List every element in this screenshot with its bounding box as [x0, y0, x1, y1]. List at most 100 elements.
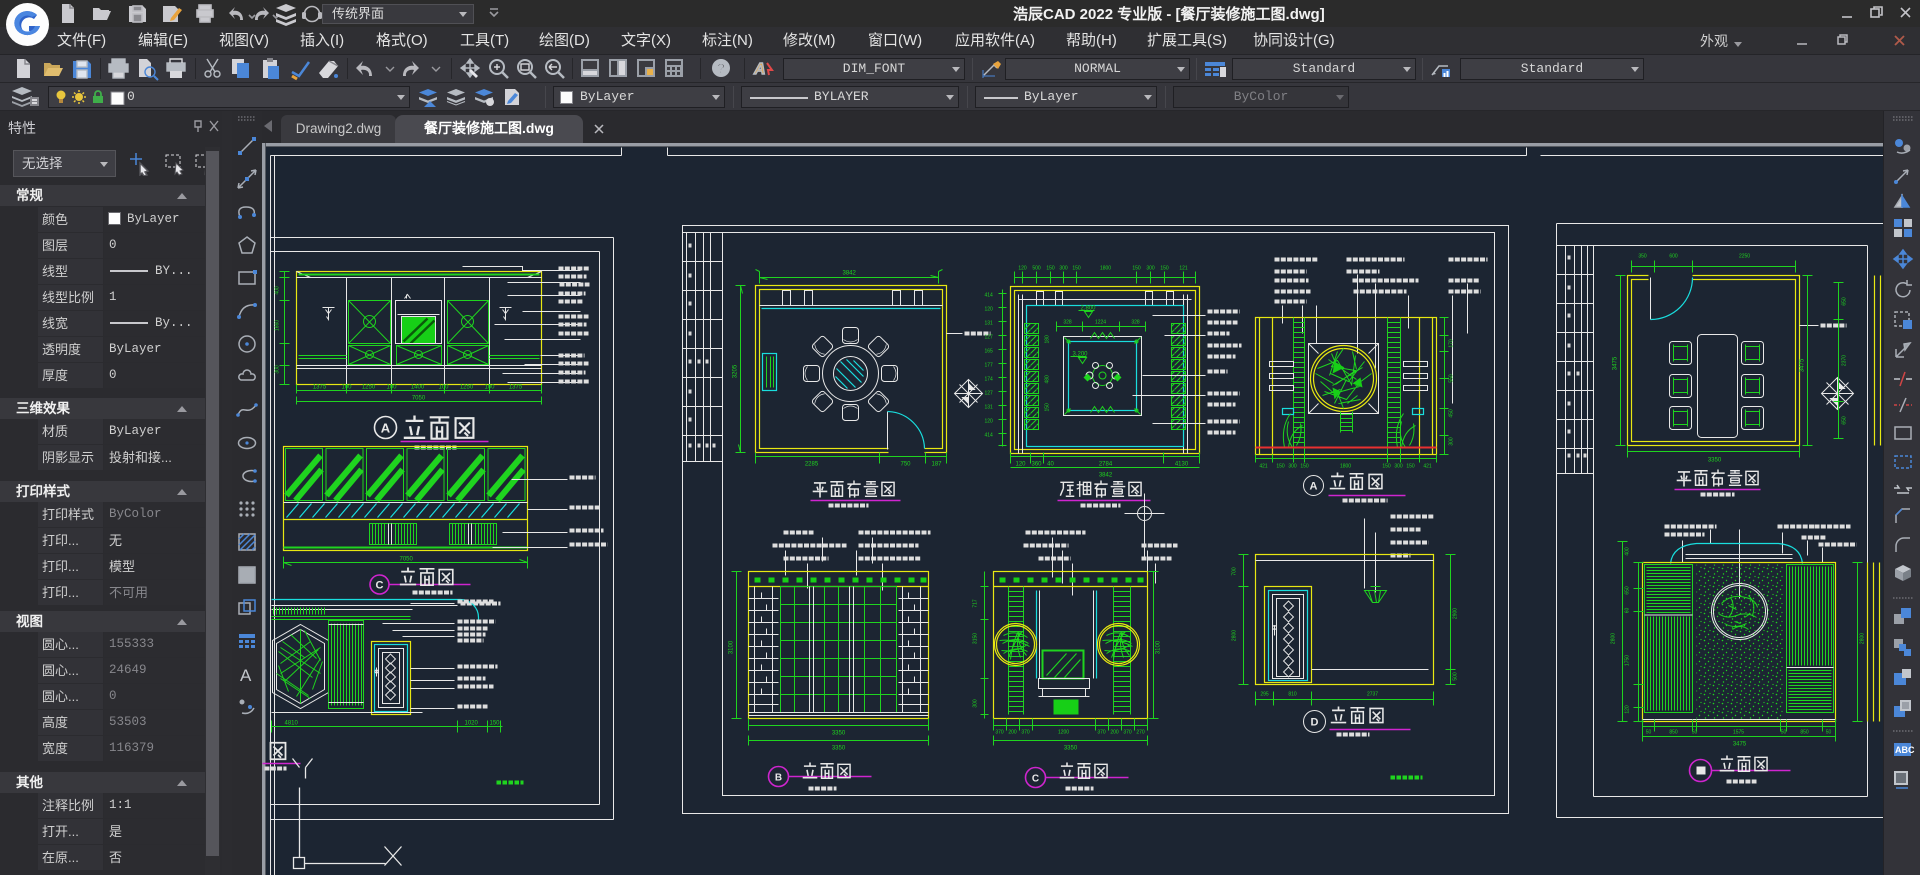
svg-text:350: 350: [1638, 254, 1647, 260]
svg-text:A: A: [381, 421, 391, 436]
svg-text:174: 174: [985, 377, 994, 383]
svg-text:40: 40: [1047, 462, 1054, 468]
svg-text:810: 810: [1288, 692, 1297, 698]
svg-text:600: 600: [1669, 254, 1678, 260]
svg-text:2370: 2370: [1842, 355, 1848, 366]
svg-text:7050: 7050: [400, 557, 414, 563]
svg-text:100: 100: [484, 385, 495, 391]
svg-text:100: 100: [341, 385, 352, 391]
svg-text:127: 127: [985, 335, 994, 341]
svg-text:1250: 1250: [460, 385, 474, 391]
svg-text:414: 414: [985, 293, 994, 299]
svg-text:150: 150: [1276, 464, 1285, 470]
svg-text:120: 120: [985, 419, 994, 425]
svg-text:3842: 3842: [843, 271, 857, 277]
svg-text:150: 150: [1406, 464, 1415, 470]
svg-text:131: 131: [985, 321, 994, 327]
svg-text:1224: 1224: [1095, 320, 1106, 326]
svg-text:300: 300: [973, 699, 979, 708]
svg-text:650: 650: [1842, 416, 1848, 425]
svg-text:3350: 3350: [1064, 746, 1078, 752]
svg-text:3350: 3350: [832, 731, 846, 737]
svg-text:150: 150: [1132, 266, 1141, 272]
svg-text:100: 100: [386, 385, 397, 391]
svg-text:370: 370: [995, 730, 1004, 736]
svg-text:850: 850: [1800, 730, 1809, 736]
svg-text:120: 120: [1625, 705, 1631, 714]
svg-text:150: 150: [1045, 403, 1051, 412]
svg-text:3475: 3475: [1613, 356, 1619, 370]
svg-text:300: 300: [1059, 266, 1068, 272]
svg-text:370: 370: [1097, 730, 1106, 736]
svg-text:7050: 7050: [412, 396, 426, 402]
svg-text:300: 300: [1394, 464, 1403, 470]
svg-text:1200: 1200: [1058, 730, 1069, 736]
svg-text:300: 300: [1146, 266, 1155, 272]
svg-text:1575: 1575: [1733, 730, 1744, 736]
svg-text:2737: 2737: [1367, 692, 1378, 698]
svg-text:1375: 1375: [509, 385, 523, 391]
svg-text:421: 421: [1423, 464, 1432, 470]
svg-text:2900: 2900: [1453, 608, 1459, 619]
svg-text:300: 300: [1288, 464, 1297, 470]
svg-text:100: 100: [438, 385, 449, 391]
svg-text:60: 60: [1625, 608, 1631, 614]
svg-text:270: 270: [1136, 730, 1145, 736]
svg-text:200: 200: [1008, 730, 1017, 736]
svg-text:500: 500: [1453, 672, 1459, 681]
svg-text:165: 165: [985, 349, 994, 355]
svg-text:400: 400: [275, 286, 281, 295]
svg-text:1375: 1375: [313, 385, 327, 391]
svg-text:177: 177: [985, 363, 994, 369]
svg-text:187: 187: [931, 462, 942, 468]
svg-text:2250: 2250: [1739, 254, 1750, 260]
svg-text:3475: 3475: [1800, 358, 1806, 372]
svg-text:50: 50: [1781, 730, 1787, 736]
svg-text:3100: 3100: [1156, 640, 1162, 654]
svg-text:150: 150: [1160, 266, 1169, 272]
svg-text:700: 700: [1232, 567, 1238, 576]
svg-text:200: 200: [1110, 730, 1119, 736]
svg-text:1660: 1660: [275, 320, 281, 331]
svg-text:3350: 3350: [832, 746, 846, 752]
svg-text:2800: 2800: [1232, 630, 1238, 641]
svg-text:450: 450: [1449, 409, 1455, 418]
svg-text:1400: 1400: [411, 385, 425, 391]
svg-text:150: 150: [1046, 266, 1055, 272]
svg-text:150: 150: [1382, 464, 1391, 470]
svg-text:150: 150: [1072, 266, 1081, 272]
svg-text:480: 480: [1045, 375, 1051, 384]
svg-text:120: 120: [1015, 462, 1026, 468]
svg-text:150: 150: [1300, 464, 1309, 470]
svg-text:150: 150: [490, 721, 501, 727]
svg-text:1020: 1020: [465, 721, 479, 727]
svg-text:B: B: [775, 773, 782, 784]
svg-text:3150: 3150: [973, 633, 979, 644]
svg-text:50: 50: [1826, 730, 1832, 736]
svg-text:A: A: [753, 61, 766, 78]
svg-text:127: 127: [985, 391, 994, 397]
svg-text:1750: 1750: [1625, 655, 1631, 666]
svg-text:3475: 3475: [1733, 742, 1747, 748]
svg-text:421: 421: [1259, 464, 1268, 470]
svg-text:650: 650: [1842, 297, 1848, 306]
svg-text:3350: 3350: [1708, 458, 1722, 464]
svg-text:3100: 3100: [729, 640, 735, 654]
svg-text:2800: 2800: [1611, 633, 1617, 644]
svg-text:370: 370: [1021, 730, 1030, 736]
svg-text:328: 328: [1063, 320, 1072, 326]
svg-text:750: 750: [900, 462, 911, 468]
svg-text:850: 850: [1669, 730, 1678, 736]
svg-text:328: 328: [1131, 320, 1140, 326]
svg-text:3205: 3205: [733, 364, 739, 378]
svg-text:1800: 1800: [1340, 464, 1351, 470]
svg-text:170: 170: [1449, 339, 1455, 348]
svg-text:50: 50: [1692, 730, 1698, 736]
svg-text:D: D: [1311, 717, 1319, 729]
svg-text:550: 550: [1449, 374, 1455, 383]
svg-text:300: 300: [275, 365, 281, 374]
svg-text:717: 717: [973, 599, 979, 608]
svg-text:4810: 4810: [285, 721, 299, 727]
svg-text:C: C: [376, 580, 384, 592]
svg-text:500: 500: [1032, 266, 1041, 272]
